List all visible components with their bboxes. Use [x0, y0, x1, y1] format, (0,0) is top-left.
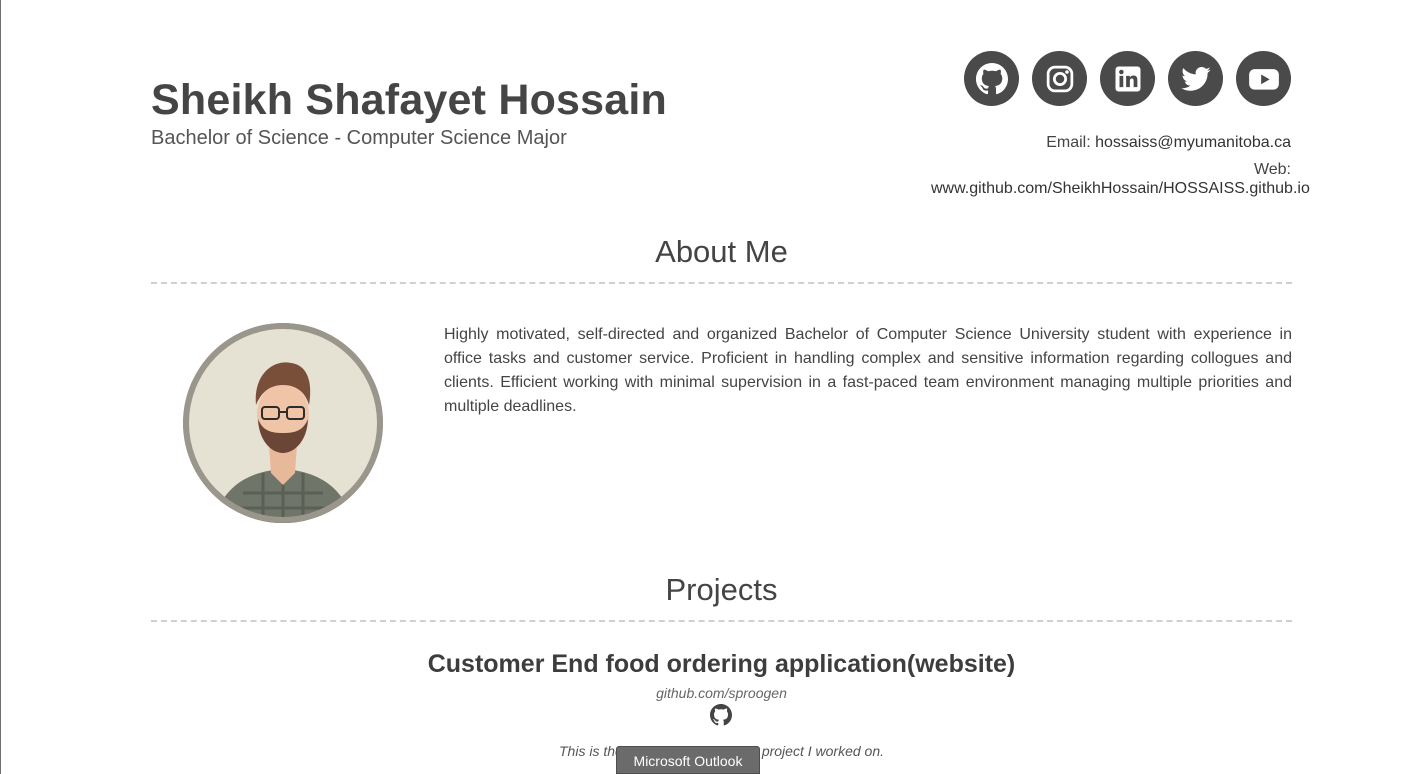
- page-title: Sheikh Shafayet Hossain: [151, 76, 668, 124]
- linkedin-icon: [1115, 66, 1140, 91]
- avatar: [183, 323, 383, 523]
- github-link[interactable]: [964, 51, 1019, 106]
- avatar-illustration: [183, 323, 383, 523]
- email-label: Email:: [1046, 134, 1091, 151]
- about-text: Highly motivated, self-directed and orga…: [444, 326, 1292, 415]
- page: Sheikh Shafayet Hossain Bachelor of Scie…: [0, 0, 1422, 774]
- linkedin-link[interactable]: [1100, 51, 1155, 106]
- about-divider: [151, 282, 1292, 284]
- youtube-link[interactable]: [1236, 51, 1291, 106]
- projects-heading: Projects: [665, 572, 778, 607]
- web-link[interactable]: www.github.com/SheikhHossain/HOSSAISS.gi…: [931, 180, 1310, 198]
- email-link[interactable]: hossaiss@myumanitoba.ca: [1095, 134, 1291, 151]
- instagram-link[interactable]: [1032, 51, 1087, 106]
- social-links: [964, 51, 1291, 106]
- project-description-end: S project I worked on.: [748, 743, 884, 759]
- email-line: Email: hossaiss@myumanitoba.ca: [1046, 129, 1291, 156]
- github-icon: [975, 62, 1008, 94]
- projects-divider: [151, 620, 1292, 622]
- twitter-icon: [1180, 66, 1211, 91]
- github-icon[interactable]: [710, 704, 732, 726]
- contact-info: Email: hossaiss@myumanitoba.ca Web:: [1046, 129, 1291, 183]
- web-label: Web:: [1253, 161, 1291, 178]
- about-heading: About Me: [655, 234, 788, 269]
- twitter-link[interactable]: [1168, 51, 1223, 106]
- project-description-start: This is the: [559, 743, 623, 759]
- project-title: Customer End food ordering application(w…: [427, 650, 1016, 678]
- project-link[interactable]: github.com/sproogen: [151, 685, 1292, 701]
- page-subtitle: Bachelor of Science - Computer Science M…: [151, 127, 567, 149]
- instagram-icon: [1046, 65, 1073, 92]
- youtube-icon: [1248, 68, 1279, 90]
- taskbar-tooltip: Microsoft Outlook: [616, 746, 760, 774]
